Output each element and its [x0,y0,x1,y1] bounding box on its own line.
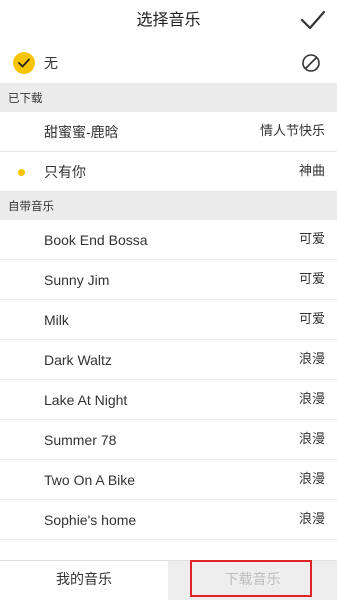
list-item[interactable]: Book End Bossa 可爱 [0,220,337,260]
song-name: Summer 78 [44,432,117,448]
list-item[interactable]: 只有你 神曲 [0,152,337,192]
song-tag: 浪漫 [298,472,325,487]
song-tag: 情人节快乐 [259,124,325,139]
page-title: 选择音乐 [136,10,201,29]
playing-dot-icon [18,169,25,176]
song-name: 甜蜜蜜-鹿晗 [44,124,119,140]
song-name: Sophie's home [44,512,137,528]
no-music-icon [302,54,320,72]
song-tag: 浪漫 [298,392,325,407]
list-item[interactable]: Milk 可爱 [0,300,337,340]
list-item[interactable]: Two On A Bike 浪漫 [0,460,337,500]
list-item[interactable]: Dark Waltz 浪漫 [0,340,337,380]
song-tag: 神曲 [298,164,325,179]
section-downloaded: 已下载 [0,84,337,112]
song-tag: 可爱 [298,232,325,247]
none-label: 无 [44,55,58,71]
song-tag: 可爱 [298,272,325,287]
list-item[interactable]: Lake At Night 浪漫 [0,380,337,420]
confirm-check-icon[interactable] [299,7,327,33]
list-item-none[interactable]: 无 [0,42,337,84]
song-tag: 浪漫 [298,512,325,527]
song-name: 只有你 [44,164,86,180]
list-item[interactable]: Sophie's home 浪漫 [0,500,337,540]
song-name: Two On A Bike [44,472,136,488]
list-item[interactable]: 甜蜜蜜-鹿晗 情人节快乐 [0,112,337,152]
music-list: 无 已下载 甜蜜蜜-鹿晗 情人节快乐只有你 神曲 自带音乐 Book End Bos… [0,42,337,540]
song-name: Book End Bossa [44,232,148,248]
list-item[interactable]: Sunny Jim 可爱 [0,260,337,300]
section-builtin: 自带音乐 [0,192,337,220]
header: 选择音乐 [0,0,337,40]
list-item[interactable]: Summer 78 浪漫 [0,420,337,460]
selected-check-icon [13,52,35,74]
tab-my-music[interactable]: 我的音乐 [0,561,168,600]
song-tag: 可爱 [298,312,325,327]
song-name: Sunny Jim [44,272,110,288]
song-name: Lake At Night [44,392,128,408]
song-name: Milk [44,312,69,328]
song-name: Dark Waltz [44,352,112,368]
song-tag: 浪漫 [298,352,325,367]
song-tag: 浪漫 [298,432,325,447]
highlight-box [190,560,312,597]
